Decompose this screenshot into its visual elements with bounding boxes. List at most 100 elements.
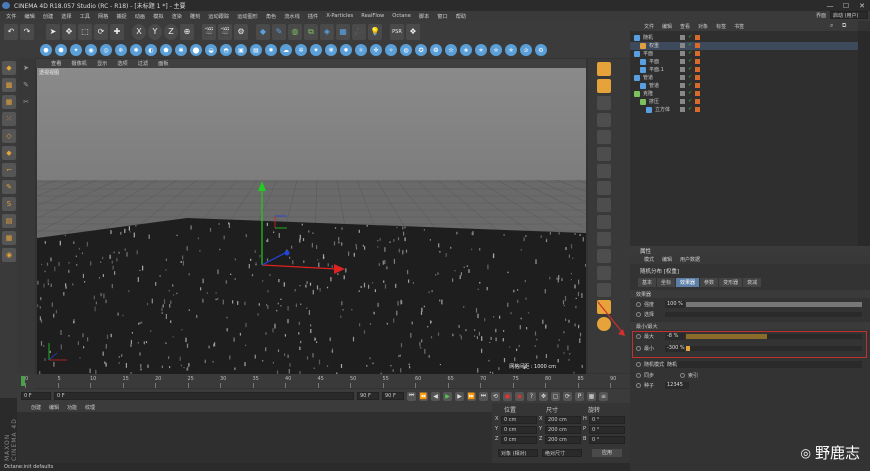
- strength-value[interactable]: 100 %: [665, 301, 685, 308]
- attr-tab-0[interactable]: 基本: [638, 278, 657, 287]
- menu-item-13[interactable]: 角色: [262, 13, 280, 20]
- python-icon[interactable]: ❖: [406, 23, 420, 40]
- plugin-icon-22[interactable]: ⚛: [355, 44, 367, 56]
- object-row[interactable]: 管道 ✓: [630, 74, 858, 82]
- enable-check-icon[interactable]: ✓: [688, 35, 693, 40]
- scale-icon[interactable]: ⬚: [78, 23, 92, 40]
- plugin-icon-8[interactable]: ◐: [145, 44, 157, 56]
- key-sel-icon[interactable]: ?: [527, 391, 536, 401]
- camera-icon[interactable]: 🎥: [352, 23, 366, 40]
- tool-icon-3[interactable]: [597, 130, 611, 144]
- plugin-icon-6[interactable]: ❄: [115, 44, 127, 56]
- enable-check-icon[interactable]: ✓: [688, 43, 693, 48]
- tool-icon-12[interactable]: [597, 283, 611, 297]
- plugin-icon-12[interactable]: ◒: [205, 44, 217, 56]
- plugin-icon-21[interactable]: ✹: [340, 44, 352, 56]
- select-anim-dot[interactable]: [636, 312, 641, 317]
- minmax-section[interactable]: 最小/最大: [630, 322, 870, 330]
- minimize-button[interactable]: —: [822, 0, 838, 11]
- object-name[interactable]: 平面.1: [649, 66, 664, 73]
- spline-pen-icon[interactable]: ✎: [272, 23, 286, 40]
- viewport-menu-item-3[interactable]: 选项: [112, 60, 132, 67]
- random-mode-anim-dot[interactable]: [636, 362, 641, 367]
- attr-tab-3[interactable]: 参数: [700, 278, 719, 287]
- object-name[interactable]: 立方体: [655, 106, 670, 113]
- play-icon[interactable]: ▶: [443, 391, 452, 401]
- model-mode-icon[interactable]: ◆: [2, 61, 16, 75]
- tag-icon[interactable]: [695, 91, 700, 96]
- knife-icon[interactable]: ✂: [19, 95, 33, 109]
- visibility-dots-icon[interactable]: [680, 107, 685, 112]
- plugin-icon-34[interactable]: ⚙: [535, 44, 547, 56]
- tool-icon-8[interactable]: [597, 215, 611, 229]
- tool-icon-6[interactable]: [597, 181, 611, 195]
- effector-icon-2[interactable]: [597, 79, 611, 93]
- menu-item-8[interactable]: 模拟: [149, 13, 167, 20]
- attr-tab-4[interactable]: 变形器: [719, 278, 743, 287]
- redo-icon[interactable]: ↷: [20, 23, 34, 40]
- object-menu-item-2[interactable]: 查看: [676, 23, 694, 30]
- tool-icon-11[interactable]: [597, 266, 611, 280]
- plugin-icon-3[interactable]: ✦: [70, 44, 82, 56]
- tool-icon-9[interactable]: [597, 232, 611, 246]
- undo-icon[interactable]: ↶: [4, 23, 18, 40]
- object-row[interactable]: 平面 ✓: [630, 50, 858, 58]
- z-axis-icon[interactable]: Z: [164, 23, 178, 40]
- coord-size-field[interactable]: 200 cm: [545, 426, 581, 434]
- scale-key-icon[interactable]: ▢: [551, 391, 560, 401]
- tweak-mode-icon[interactable]: ✎: [2, 180, 16, 194]
- object-name[interactable]: 权重: [649, 42, 659, 49]
- material-menu-item-0[interactable]: 创建: [27, 404, 45, 411]
- x-axis-icon[interactable]: X: [132, 23, 146, 40]
- attr-tab-1[interactable]: 坐标: [657, 278, 676, 287]
- object-menu-item-3[interactable]: 对象: [694, 23, 712, 30]
- object-row[interactable]: 挤压 ✓: [630, 98, 858, 106]
- plugin-icon-18[interactable]: ✲: [295, 44, 307, 56]
- plugin-icon-31[interactable]: ✮: [490, 44, 502, 56]
- visibility-dots-icon[interactable]: [680, 91, 685, 96]
- nurbs-icon[interactable]: ◍: [288, 23, 302, 40]
- psr-icon[interactable]: PSR: [390, 23, 404, 40]
- move-icon[interactable]: ✥: [62, 23, 76, 40]
- enable-check-icon[interactable]: ✓: [688, 51, 693, 56]
- end-frame-field[interactable]: 90 F: [357, 392, 379, 400]
- close-button[interactable]: ✕: [854, 0, 870, 11]
- object-name[interactable]: 管道: [643, 74, 653, 81]
- enable-check-icon[interactable]: ✓: [688, 67, 693, 72]
- menu-item-5[interactable]: 网格: [94, 13, 112, 20]
- autokey-icon[interactable]: ◉: [515, 391, 524, 401]
- effector-icon-1[interactable]: [597, 62, 611, 76]
- coord-position-field[interactable]: 0 cm: [501, 426, 537, 434]
- object-row[interactable]: 权重 ✓: [630, 42, 858, 50]
- coord-position-field[interactable]: 0 cm: [501, 416, 537, 424]
- solo-icon[interactable]: ◉: [2, 248, 16, 262]
- move-key-icon[interactable]: ✥: [539, 391, 548, 401]
- rotate-icon[interactable]: ⟳: [94, 23, 108, 40]
- menu-item-11[interactable]: 运动跟踪: [204, 13, 233, 20]
- random-mode-row[interactable]: 随机模式 随机: [630, 360, 870, 369]
- tag-icon[interactable]: [695, 59, 700, 64]
- coord-system-icon[interactable]: ⊕: [180, 23, 194, 40]
- lock-workplane-icon[interactable]: ▦: [2, 231, 16, 245]
- plugin-icon-30[interactable]: ✭: [475, 44, 487, 56]
- plugin-icon-4[interactable]: ◉: [85, 44, 97, 56]
- object-menu-item-5[interactable]: 书签: [730, 23, 748, 30]
- timeline-menu-icon[interactable]: ≡: [599, 391, 608, 401]
- menu-item-15[interactable]: 插件: [304, 13, 322, 20]
- object-row[interactable]: 管道 ✓: [630, 82, 858, 90]
- plugin-icon-29[interactable]: ✬: [460, 44, 472, 56]
- cube-icon[interactable]: ◆: [256, 23, 270, 40]
- attributes-menu-item-0[interactable]: 模式: [640, 256, 658, 263]
- tool-icon-1[interactable]: [597, 96, 611, 110]
- plugin-icon-7[interactable]: ✺: [130, 44, 142, 56]
- param-key-icon[interactable]: P: [575, 391, 584, 401]
- scene-icon[interactable]: ▦: [336, 23, 350, 40]
- object-name[interactable]: 随机: [643, 34, 653, 41]
- visibility-dots-icon[interactable]: [680, 67, 685, 72]
- tool-icon-7[interactable]: [597, 198, 611, 212]
- menu-item-19[interactable]: 脚本: [415, 13, 433, 20]
- polygons-mode-icon[interactable]: ◆: [2, 146, 16, 160]
- menu-item-6[interactable]: 捕捉: [112, 13, 130, 20]
- plugin-icon-25[interactable]: ◍: [400, 44, 412, 56]
- maximize-button[interactable]: ☐: [838, 0, 854, 11]
